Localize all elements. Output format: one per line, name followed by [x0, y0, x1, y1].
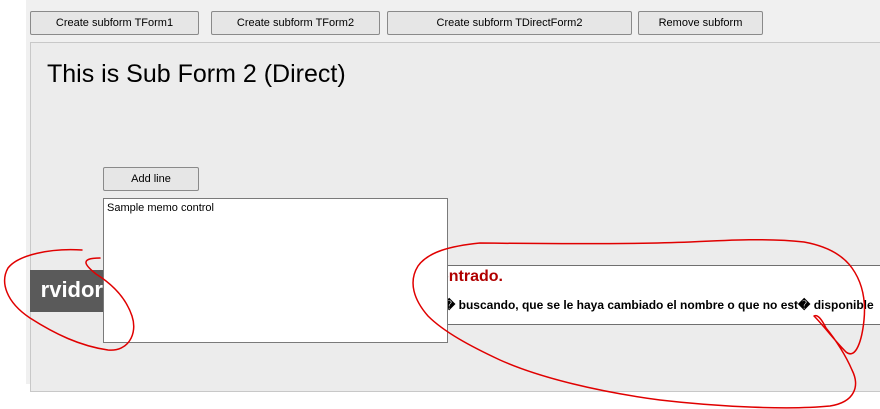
- memo-control[interactable]: Sample memo control: [103, 198, 448, 343]
- create-subform-tform2-button[interactable]: Create subform TForm2: [211, 11, 380, 35]
- add-line-button[interactable]: Add line: [103, 167, 199, 191]
- error-page-title: ontrado.: [440, 268, 503, 285]
- subform-title: This is Sub Form 2 (Direct): [47, 60, 346, 88]
- create-subform-tform1-button[interactable]: Create subform TForm1: [30, 11, 199, 35]
- error-page-description: � buscando, que se le haya cambiado el n…: [443, 298, 874, 312]
- create-subform-tdirectform2-button[interactable]: Create subform TDirectForm2: [387, 11, 632, 35]
- remove-subform-button[interactable]: Remove subform: [638, 11, 763, 35]
- error-page-header-fragment: rvidor: [30, 270, 103, 312]
- error-page-header-text: rvidor: [40, 277, 103, 302]
- error-page-panel: ontrado. � buscando, que se le haya camb…: [440, 265, 880, 325]
